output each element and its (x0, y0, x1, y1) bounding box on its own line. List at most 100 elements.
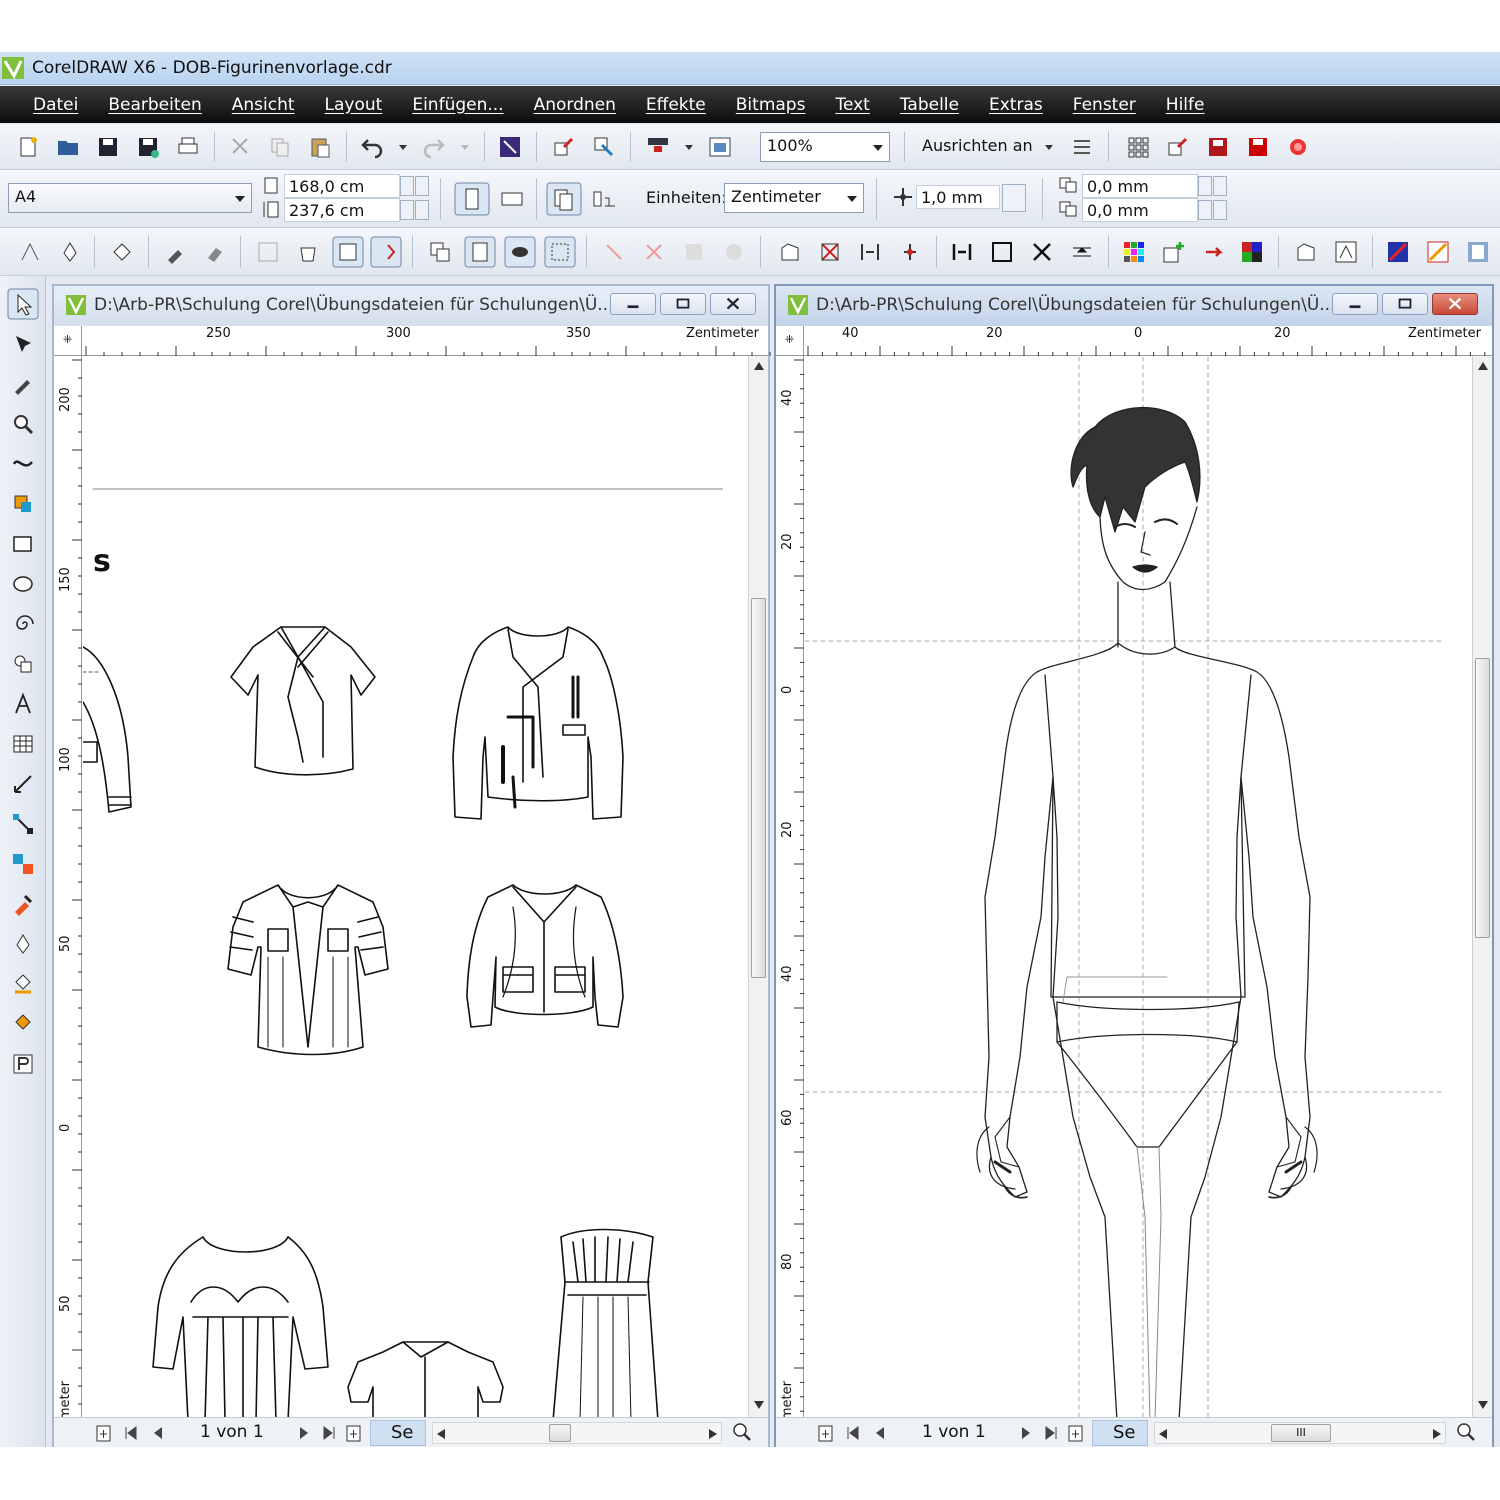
mirror-toggle-icon[interactable] (370, 236, 402, 268)
fit-icon[interactable] (1070, 240, 1094, 264)
close-button[interactable] (1432, 293, 1478, 315)
horizontal-ruler[interactable]: 40 20 0 20 Zentimeter (804, 326, 1492, 356)
scroll-left-icon[interactable] (1159, 1429, 1167, 1439)
menu-datei[interactable]: Datei (18, 95, 93, 115)
ellipse-tool-icon[interactable] (11, 572, 35, 596)
page-height-field[interactable]: 237,6 cm (284, 198, 400, 222)
align-center-icon[interactable] (950, 240, 974, 264)
table-tool-icon[interactable] (11, 732, 35, 756)
connector-tool-icon[interactable] (11, 812, 35, 836)
color-mix-icon[interactable] (1240, 240, 1264, 264)
snap-to-label[interactable]: Ausrichten an (922, 136, 1033, 155)
shape-tool-icon[interactable] (11, 332, 35, 356)
landscape-icon[interactable] (498, 186, 528, 212)
pick-tool-icon[interactable] (7, 288, 39, 320)
shape-icon[interactable] (778, 240, 802, 264)
eyedropper-tool-icon[interactable] (11, 892, 35, 916)
smart-drawing-tool-icon[interactable] (11, 1052, 35, 1076)
import-2-icon[interactable] (1166, 135, 1190, 159)
scroll-thumb[interactable] (751, 598, 766, 978)
smart-fill-tool-icon[interactable] (11, 492, 35, 516)
cut-icon[interactable] (228, 135, 252, 159)
add-page-before-icon[interactable] (818, 1425, 834, 1443)
rectangle-tool-icon[interactable] (11, 532, 35, 556)
align-nodes-icon[interactable] (898, 240, 922, 264)
color-palette-icon[interactable] (1122, 240, 1146, 264)
page-toggle-icon[interactable] (464, 236, 496, 268)
save-red-icon[interactable] (1246, 135, 1270, 159)
intersect-icon[interactable] (682, 240, 706, 264)
save-icon[interactable] (96, 135, 120, 159)
height-spin-down[interactable] (400, 200, 414, 220)
basic-shapes-tool-icon[interactable] (11, 652, 35, 676)
dup-y-spin-up[interactable] (1213, 200, 1227, 220)
scroll-thumb[interactable] (549, 1424, 571, 1442)
new-document-icon[interactable] (16, 135, 40, 159)
sparkle-icon[interactable] (18, 240, 42, 264)
group-icon[interactable] (256, 240, 280, 264)
page-size-combo[interactable]: A4 (8, 183, 252, 213)
vertical-scrollbar-1[interactable] (748, 356, 768, 1417)
fill-tool-icon[interactable] (11, 972, 35, 996)
frame-icon[interactable] (990, 240, 1014, 264)
zoom-tool-icon[interactable] (11, 412, 35, 436)
menu-einfuegen[interactable]: Einfügen... (397, 95, 518, 115)
dup-x-spin-down[interactable] (1198, 176, 1212, 196)
menu-fenster[interactable]: Fenster (1058, 95, 1151, 115)
copy-icon[interactable] (268, 135, 292, 159)
print-icon[interactable] (176, 135, 200, 159)
text-tool-icon[interactable] (11, 692, 35, 716)
horizontal-scrollbar-1[interactable] (432, 1422, 722, 1444)
add-page-after-icon[interactable] (346, 1425, 362, 1443)
text-frame-icon[interactable] (1334, 240, 1358, 264)
delete-x-icon[interactable] (1030, 240, 1054, 264)
add-color-icon[interactable] (1162, 240, 1186, 264)
vertical-scrollbar-2[interactable] (1472, 356, 1492, 1417)
outline-pen-tool-icon[interactable] (11, 932, 35, 956)
drawing-area-2[interactable] (805, 357, 1472, 1417)
menu-bitmaps[interactable]: Bitmaps (721, 95, 821, 115)
break-apart-icon[interactable] (818, 240, 842, 264)
width-spin-up[interactable] (415, 176, 429, 196)
page-tab[interactable]: Se (1092, 1420, 1148, 1446)
all-pages-icon[interactable] (546, 182, 582, 216)
first-page-icon[interactable] (846, 1425, 860, 1441)
next-page-icon[interactable] (1020, 1425, 1032, 1441)
menu-anordnen[interactable]: Anordnen (519, 95, 631, 115)
interactive-fill-tool-icon[interactable] (11, 1012, 35, 1036)
menu-tabelle[interactable]: Tabelle (885, 95, 974, 115)
current-page-icon[interactable] (590, 186, 620, 212)
menu-hilfe[interactable]: Hilfe (1151, 95, 1220, 115)
page-tab[interactable]: Se (370, 1420, 426, 1446)
menu-effekte[interactable]: Effekte (631, 95, 721, 115)
macro-2-icon[interactable] (1426, 240, 1450, 264)
redo-icon[interactable] (422, 135, 446, 159)
simplify-icon[interactable] (722, 240, 746, 264)
combine-icon[interactable] (428, 240, 452, 264)
freehand-tool-icon[interactable] (11, 372, 35, 396)
previous-page-icon[interactable] (874, 1425, 886, 1441)
scroll-right-icon[interactable] (709, 1429, 717, 1439)
menu-bearbeiten[interactable]: Bearbeiten (93, 95, 216, 115)
restore-button[interactable] (660, 293, 706, 315)
vertical-ruler[interactable]: 200 150 100 50 0 50 Zentimeter (54, 356, 82, 1447)
menu-layout[interactable]: Layout (310, 95, 398, 115)
last-page-icon[interactable] (1044, 1425, 1058, 1441)
import-icon[interactable] (552, 135, 576, 159)
save-as-icon[interactable] (136, 135, 160, 159)
add-page-after-icon[interactable] (1068, 1425, 1084, 1443)
next-page-icon[interactable] (298, 1425, 310, 1441)
export-icon[interactable] (592, 135, 616, 159)
zoom-navigator-icon[interactable] (732, 1422, 752, 1442)
duplicate-x-field[interactable]: 0,0 mm (1082, 174, 1198, 198)
zoom-navigator-icon[interactable] (1456, 1422, 1476, 1442)
scroll-up-icon[interactable] (1478, 362, 1488, 370)
ruler-origin-icon[interactable]: ⁜ (54, 326, 82, 356)
publish-pdf-icon[interactable] (1206, 135, 1230, 159)
curve-tool-icon[interactable] (11, 452, 35, 476)
nudge-distance-field[interactable]: 1,0 mm (916, 185, 1000, 209)
options-icon[interactable] (1070, 135, 1094, 159)
spiral-tool-icon[interactable] (11, 612, 35, 636)
minimize-button[interactable] (1332, 293, 1378, 315)
copy-shape-icon[interactable] (1294, 240, 1318, 264)
